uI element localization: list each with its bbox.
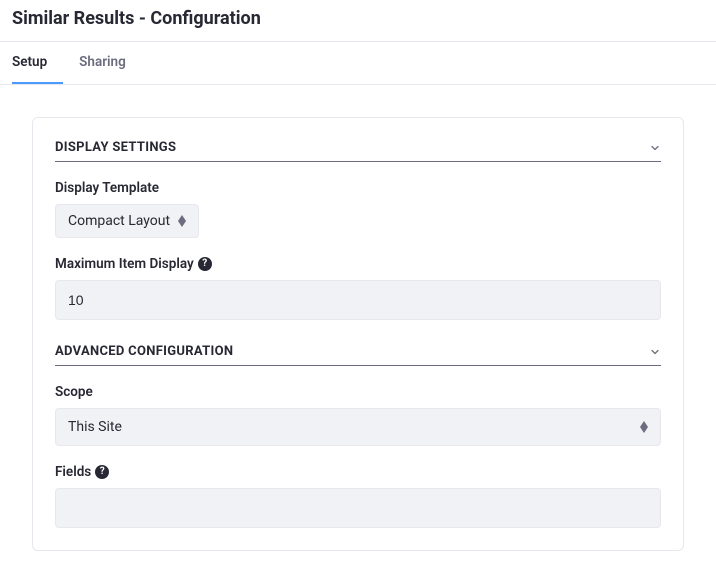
- tab-setup[interactable]: Setup: [12, 42, 63, 84]
- scope-select[interactable]: This Site: [55, 408, 661, 446]
- scope-label: Scope: [55, 384, 661, 400]
- sort-icon: [178, 215, 186, 227]
- field-scope: Scope This Site: [55, 384, 661, 446]
- chevron-down-icon: [649, 142, 661, 154]
- help-icon[interactable]: ?: [95, 465, 109, 479]
- max-item-display-label-text: Maximum Item Display: [55, 256, 194, 272]
- chevron-down-icon: [649, 346, 661, 358]
- help-icon[interactable]: ?: [198, 257, 212, 271]
- fields-label-text: Fields: [55, 464, 91, 480]
- display-template-label: Display Template: [55, 180, 661, 196]
- section-advanced-header[interactable]: ADVANCED CONFIGURATION: [55, 344, 661, 366]
- tab-sharing[interactable]: Sharing: [63, 42, 142, 84]
- page-title: Similar Results - Configuration: [0, 0, 716, 41]
- section-display-settings-header[interactable]: DISPLAY SETTINGS: [55, 140, 661, 162]
- sort-icon: [640, 421, 648, 433]
- field-max-item-display: Maximum Item Display ?: [55, 256, 661, 320]
- display-template-value: Compact Layout: [68, 213, 170, 229]
- fields-label: Fields ?: [55, 464, 661, 480]
- max-item-display-label: Maximum Item Display ?: [55, 256, 661, 272]
- max-item-display-input[interactable]: [55, 280, 661, 320]
- tabs: Setup Sharing: [0, 41, 716, 85]
- field-display-template: Display Template Compact Layout: [55, 180, 661, 238]
- section-display-settings-title: DISPLAY SETTINGS: [55, 140, 176, 155]
- section-advanced-title: ADVANCED CONFIGURATION: [55, 344, 233, 359]
- config-panel: DISPLAY SETTINGS Display Template Compac…: [32, 117, 684, 551]
- scope-value: This Site: [68, 419, 122, 435]
- fields-input[interactable]: [55, 488, 661, 528]
- field-fields: Fields ?: [55, 464, 661, 528]
- display-template-select[interactable]: Compact Layout: [55, 204, 199, 238]
